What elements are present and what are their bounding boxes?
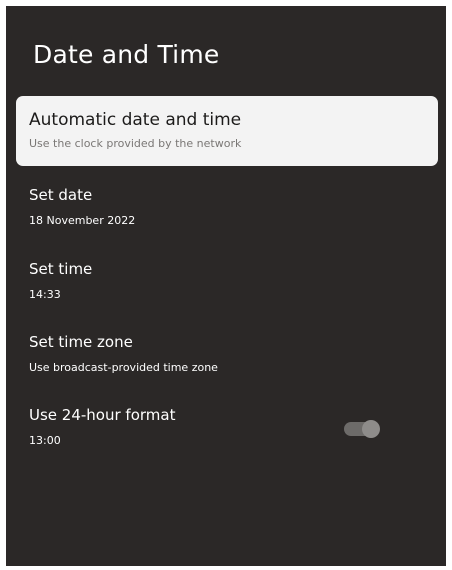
set-date-item[interactable]: Set date 18 November 2022 bbox=[16, 184, 438, 236]
page-title: Date and Time bbox=[33, 40, 220, 69]
use-24-hour-format-toggle[interactable] bbox=[344, 420, 380, 438]
set-time-zone-value: Use broadcast-provided time zone bbox=[29, 361, 218, 374]
set-time-zone-item[interactable]: Set time zone Use broadcast-provided tim… bbox=[16, 331, 438, 383]
set-time-zone-title: Set time zone bbox=[29, 333, 133, 351]
automatic-date-time-title: Automatic date and time bbox=[29, 110, 242, 130]
set-date-value: 18 November 2022 bbox=[29, 214, 136, 227]
settings-panel: Date and Time Automatic date and time Us… bbox=[6, 6, 446, 566]
set-time-title: Set time bbox=[29, 260, 93, 278]
automatic-date-time-item[interactable]: Automatic date and time Use the clock pr… bbox=[16, 96, 438, 166]
toggle-thumb bbox=[362, 420, 380, 438]
set-time-value: 14:33 bbox=[29, 288, 61, 301]
set-time-item[interactable]: Set time 14:33 bbox=[16, 258, 438, 310]
automatic-date-time-subtitle: Use the clock provided by the network bbox=[29, 137, 242, 150]
set-date-title: Set date bbox=[29, 186, 93, 204]
